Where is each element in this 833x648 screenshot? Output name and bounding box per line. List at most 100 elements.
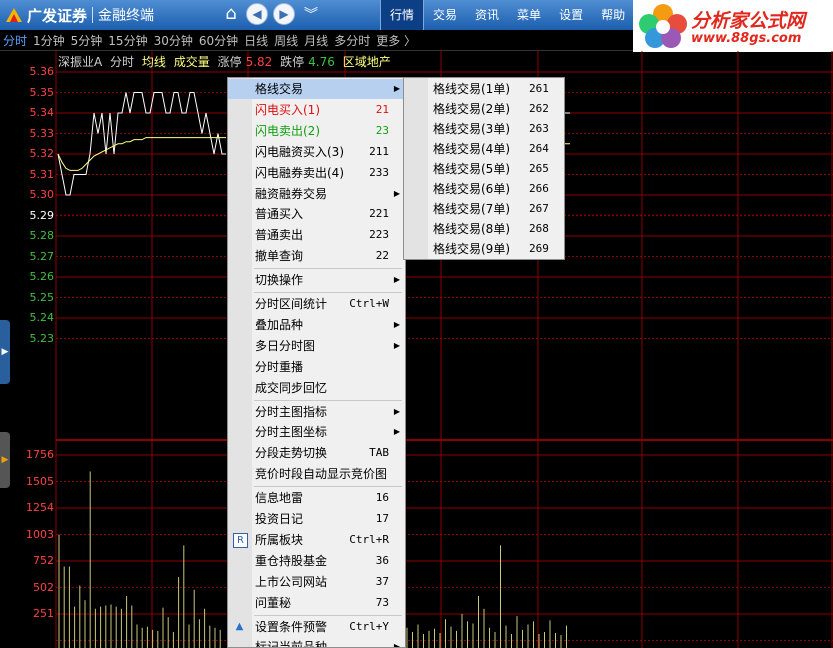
- volume-axis-label: 1254: [26, 501, 54, 514]
- submenu-item-label: 格线交易(7单): [433, 202, 510, 216]
- watermark-url: www.88gs.com: [691, 31, 802, 46]
- submenu-item-0[interactable]: 格线交易(1单) 261: [404, 79, 564, 99]
- context-menu-item-8[interactable]: 撤单查询 22: [228, 246, 405, 266]
- forward-icon[interactable]: ▶: [273, 3, 295, 25]
- submenu-item-shortcut: 268: [529, 222, 549, 235]
- submenu-item-shortcut: 262: [529, 102, 549, 115]
- watermark-logo: 分析家公式网 www.88gs.com: [633, 0, 833, 52]
- sector-name: 区域地产: [342, 55, 391, 69]
- period-tab-1[interactable]: 1分钟: [30, 32, 68, 49]
- context-menu-item-23[interactable]: 上市公司网站 37: [228, 572, 405, 592]
- period-tab-0[interactable]: 分时: [0, 32, 30, 49]
- menu-item-label: 重仓持股基金: [255, 553, 328, 568]
- context-menu-item-22[interactable]: 重仓持股基金 36: [228, 551, 405, 571]
- menu-item-shortcut: TAB: [369, 446, 389, 460]
- context-menu-item-17[interactable]: 分段走势切换 TAB: [228, 443, 405, 463]
- menu-separator: [254, 614, 402, 616]
- menu-item-label: 投资日记: [255, 512, 304, 526]
- submenu-item-label: 格线交易(6单): [433, 182, 510, 196]
- period-tab-10[interactable]: 更多 〉: [373, 32, 419, 49]
- price-axis-label: 5.34: [29, 106, 55, 119]
- top-menu-item-1[interactable]: 交易: [424, 0, 466, 30]
- home-icon[interactable]: ⌂: [220, 3, 242, 25]
- submenu-item-6[interactable]: 格线交易(7单) 267: [404, 199, 564, 219]
- price-axis-label: 5.36: [29, 65, 55, 78]
- expand-left-panel-tab[interactable]: ▶: [0, 320, 10, 384]
- context-menu-item-25[interactable]: ▲ 设置条件预警 Ctrl+Y: [228, 617, 405, 637]
- period-tab-8[interactable]: 月线: [301, 32, 331, 49]
- context-menu: 格线交易 ▶ 闪电买入(1) 21 闪电卖出(2) 23 闪电融资买入(3) 211 闪电融券卖…: [227, 77, 406, 648]
- submenu-item-7[interactable]: 格线交易(8单) 268: [404, 219, 564, 239]
- menu-item-shortcut: Ctrl+W: [349, 297, 389, 310]
- expand-bottom-panel-tab[interactable]: ▶: [0, 432, 10, 488]
- menu-item-shortcut: 16: [375, 491, 389, 505]
- context-menu-item-20[interactable]: 投资日记 17: [228, 509, 405, 529]
- context-menu-item-12[interactable]: 多日分时图 ▶: [228, 336, 405, 356]
- context-menu-item-26[interactable]: 标记当前品种 ▶: [228, 637, 405, 647]
- context-menu-item-4[interactable]: 闪电融券卖出(4) 233: [228, 163, 405, 183]
- context-menu-item-3[interactable]: 闪电融资买入(3) 211: [228, 142, 405, 162]
- top-menu-item-3[interactable]: 菜单: [508, 0, 550, 30]
- submenu-item-4[interactable]: 格线交易(5单) 265: [404, 159, 564, 179]
- submenu-item-shortcut: 266: [529, 182, 549, 195]
- context-menu-item-7[interactable]: 普通卖出 223: [228, 225, 405, 245]
- menu-item-shortcut: Ctrl+R: [349, 532, 389, 546]
- submenu-item-shortcut: 267: [529, 202, 549, 215]
- context-menu-item-0[interactable]: 格线交易 ▶: [228, 79, 405, 99]
- context-menu-item-2[interactable]: 闪电卖出(2) 23: [228, 121, 405, 141]
- context-menu-item-24[interactable]: 问董秘 73: [228, 593, 405, 613]
- top-menu-item-5[interactable]: 帮助: [592, 0, 634, 30]
- back-icon[interactable]: ◀: [246, 3, 268, 25]
- price-axis-label: 5.29: [29, 208, 55, 222]
- period-tab-2[interactable]: 5分钟: [68, 32, 106, 49]
- context-menu-item-1[interactable]: 闪电买入(1) 21: [228, 100, 405, 120]
- context-menu-item-5[interactable]: 融资融券交易 ▶: [228, 184, 405, 204]
- submenu-item-8[interactable]: 格线交易(9单) 269: [404, 239, 564, 259]
- context-menu-item-13[interactable]: 分时重播: [228, 357, 405, 377]
- submenu-item-1[interactable]: 格线交易(2单) 262: [404, 99, 564, 119]
- submenu-arrow-icon: ▶: [393, 275, 400, 285]
- menu-item-label: 普通买入: [255, 207, 304, 222]
- watermark-title: 分析家公式网: [691, 10, 806, 32]
- period-tab-3[interactable]: 15分钟: [105, 32, 150, 49]
- context-menu-item-15[interactable]: 分时主图指标 ▶: [228, 402, 405, 422]
- context-menu-item-16[interactable]: 分时主图坐标 ▶: [228, 422, 405, 442]
- period-tab-6[interactable]: 日线: [241, 32, 271, 49]
- submenu-item-5[interactable]: 格线交易(6单) 266: [404, 179, 564, 199]
- top-menu-item-4[interactable]: 设置: [550, 0, 592, 30]
- menu-item-shortcut: 73: [375, 595, 389, 609]
- top-menu-item-0[interactable]: 行情: [380, 0, 425, 30]
- period-tab-4[interactable]: 30分钟: [151, 32, 196, 49]
- menu-item-label: 上市公司网站: [255, 574, 328, 589]
- menu-item-label: 分时主图坐标: [255, 425, 328, 440]
- context-menu-item-14[interactable]: 成交同步回忆: [228, 378, 405, 398]
- brand-name: 广发证券: [27, 6, 88, 25]
- brand-divider: [92, 7, 94, 23]
- submenu-item-3[interactable]: 格线交易(4单) 264: [404, 139, 564, 159]
- menu-separator: [254, 486, 402, 488]
- context-menu-item-19[interactable]: 信息地雷 16: [228, 488, 405, 508]
- period-tab-5[interactable]: 60分钟: [196, 32, 241, 49]
- submenu-item-label: 格线交易(1单): [433, 82, 510, 96]
- context-menu-item-11[interactable]: 叠加品种 ▶: [228, 315, 405, 335]
- top-menu-item-2[interactable]: 资讯: [466, 0, 508, 30]
- price-axis-label: 5.33: [29, 126, 55, 140]
- context-menu-item-6[interactable]: 普通买入 221: [228, 204, 405, 224]
- period-tab-9[interactable]: 多分时: [331, 32, 373, 49]
- price-axis-label: 5.26: [29, 270, 55, 283]
- submenu-item-shortcut: 261: [529, 82, 549, 95]
- brand-logo: 广发证券 金融终端: [4, 4, 154, 26]
- collapse-down-icon[interactable]: ︾: [300, 3, 322, 25]
- context-menu-item-21[interactable]: R 所属板块 Ctrl+R: [228, 530, 405, 550]
- context-menu-item-18[interactable]: 竞价时段自动显示竞价图: [228, 464, 405, 484]
- menu-item-shortcut: 17: [375, 512, 389, 525]
- menu-item-label: 分时重播: [255, 359, 304, 374]
- menu-item-shortcut: 211: [369, 144, 389, 158]
- submenu-item-2[interactable]: 格线交易(3单) 263: [404, 119, 564, 139]
- limit-up-value: 5.82: [245, 55, 273, 69]
- submenu-item-shortcut: 265: [529, 162, 549, 175]
- period-tab-7[interactable]: 周线: [271, 32, 301, 49]
- context-menu-item-10[interactable]: 分时区间统计 Ctrl+W: [228, 294, 405, 314]
- context-menu-item-9[interactable]: 切换操作 ▶: [228, 270, 405, 290]
- submenu-arrow-icon: ▶: [393, 406, 400, 416]
